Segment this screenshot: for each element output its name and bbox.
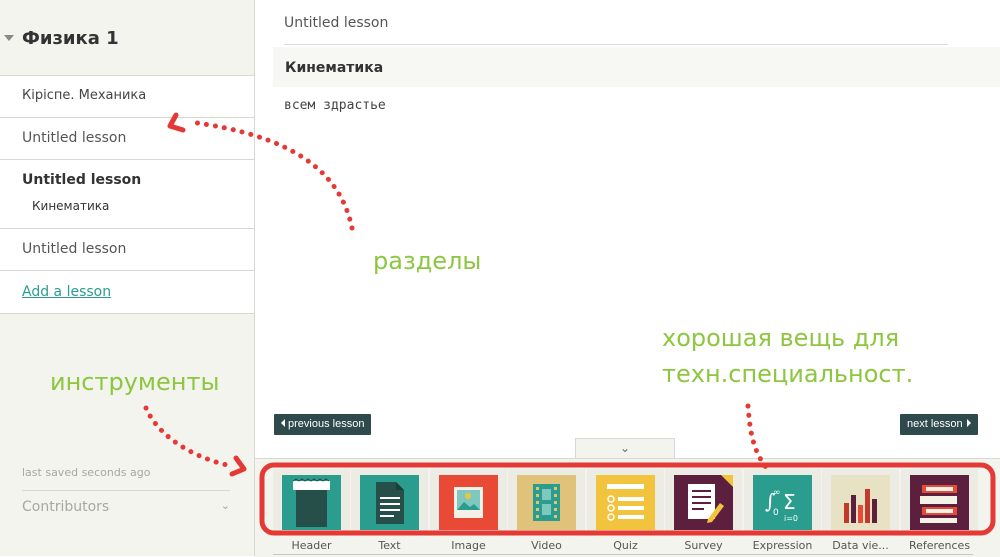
tool-tile xyxy=(508,469,585,535)
tool-label: Video xyxy=(531,539,562,552)
tool-tile xyxy=(822,469,899,535)
svg-text:∞: ∞ xyxy=(773,488,781,498)
tool-label: Text xyxy=(378,539,401,552)
lesson-item[interactable]: Untitled lesson xyxy=(0,229,254,271)
tool-tile xyxy=(665,469,742,535)
lesson-item-active[interactable]: Untitled lesson Кинематика xyxy=(0,160,254,229)
next-lesson-label: next lesson xyxy=(907,418,963,430)
arrow-right-icon xyxy=(966,419,971,427)
tool-expression[interactable]: ∫ ∞ 0 Σ i=0 Expression xyxy=(744,469,821,554)
tool-label: Data vie... xyxy=(832,539,889,552)
annotation-note-line1: хорошая вещь для xyxy=(662,324,900,352)
previous-lesson-button[interactable]: previous lesson xyxy=(274,414,372,435)
tool-palette: Header Text Image Video Quiz Survey ∫ ∞ … xyxy=(255,458,1000,557)
tool-label: Header xyxy=(291,539,332,552)
chart-icon xyxy=(831,475,890,530)
lesson-section-link[interactable]: Кинематика xyxy=(32,199,109,213)
chevron-down-icon[interactable]: ⌄ xyxy=(221,499,230,512)
lesson-label[interactable]: Untitled lesson xyxy=(22,172,141,188)
tool-image[interactable]: Image xyxy=(430,469,507,554)
tool-divider xyxy=(273,554,973,555)
section-header[interactable]: Кинематика xyxy=(273,47,1000,87)
double-chevron-down-icon: ⌄ xyxy=(619,441,631,455)
arrow-left-icon xyxy=(281,419,285,427)
image-icon xyxy=(439,475,498,530)
lesson-label[interactable]: Кіріспе. Механика xyxy=(22,88,146,103)
section-text[interactable]: всем здрастье xyxy=(284,98,386,113)
video-icon xyxy=(517,475,576,530)
tool-label: Expression xyxy=(752,539,813,552)
lesson-item[interactable]: Untitled lesson xyxy=(0,118,254,160)
contributors-label: Contributors xyxy=(22,499,110,515)
caret-down-icon[interactable] xyxy=(4,35,14,41)
course-header[interactable]: Физика 1 xyxy=(0,0,254,76)
annotation-tools: инструменты xyxy=(50,368,220,396)
section-title[interactable]: Кинематика xyxy=(285,60,383,76)
tool-references[interactable]: References xyxy=(901,469,978,554)
tool-video[interactable]: Video xyxy=(508,469,585,554)
toolbar-collapse-tab[interactable]: ⌄ xyxy=(575,438,675,459)
next-lesson-button[interactable]: next lesson xyxy=(900,414,978,435)
lesson-item[interactable]: Кіріспе. Механика xyxy=(0,76,254,118)
lesson-label[interactable]: Untitled lesson xyxy=(22,241,126,257)
course-title[interactable]: Физика 1 xyxy=(22,28,119,49)
tool-label: Image xyxy=(451,539,486,552)
title-divider xyxy=(284,44,948,45)
lesson-label[interactable]: Untitled lesson xyxy=(22,130,126,146)
svg-text:Σ: Σ xyxy=(783,490,796,514)
annotation-sections: разделы xyxy=(373,247,482,275)
tool-tile xyxy=(901,469,978,535)
tool-data-view[interactable]: Data vie... xyxy=(822,469,899,554)
header-icon xyxy=(282,475,341,530)
add-lesson-row: Add a lesson xyxy=(0,271,254,314)
tool-header[interactable]: Header xyxy=(273,469,350,554)
svg-text:0: 0 xyxy=(773,508,779,518)
lesson-title[interactable]: Untitled lesson xyxy=(284,15,388,31)
expression-icon: ∫ ∞ 0 Σ i=0 xyxy=(753,475,812,530)
annotation-note-line2: техн.специальност. xyxy=(662,360,914,388)
tool-tile xyxy=(273,469,350,535)
tool-label: Survey xyxy=(684,539,723,552)
tool-tile xyxy=(587,469,664,535)
tool-quiz[interactable]: Quiz xyxy=(587,469,664,554)
previous-lesson-label: previous lesson xyxy=(288,418,365,430)
references-icon xyxy=(910,475,969,530)
tool-text[interactable]: Text xyxy=(351,469,428,554)
tool-tile: ∫ ∞ 0 Σ i=0 xyxy=(744,469,821,535)
survey-icon xyxy=(674,475,733,530)
contributors-toggle[interactable]: Contributors ⌄ xyxy=(22,490,230,523)
tool-tile xyxy=(351,469,428,535)
sidebar: Физика 1 Кіріспе. Механика Untitled less… xyxy=(0,0,255,556)
save-status: last saved seconds ago xyxy=(22,466,151,479)
tool-tile xyxy=(430,469,507,535)
tool-survey[interactable]: Survey xyxy=(665,469,742,554)
tool-label: Quiz xyxy=(613,539,638,552)
lesson-list: Кіріспе. Механика Untitled lesson Untitl… xyxy=(0,76,254,314)
tool-label: References xyxy=(908,539,971,552)
svg-text:i=0: i=0 xyxy=(784,514,798,523)
add-lesson-link[interactable]: Add a lesson xyxy=(22,284,111,300)
quiz-icon xyxy=(596,475,655,530)
text-icon xyxy=(360,475,419,530)
lesson-editor: Untitled lesson Кинематика всем здрастье… xyxy=(255,0,1000,557)
